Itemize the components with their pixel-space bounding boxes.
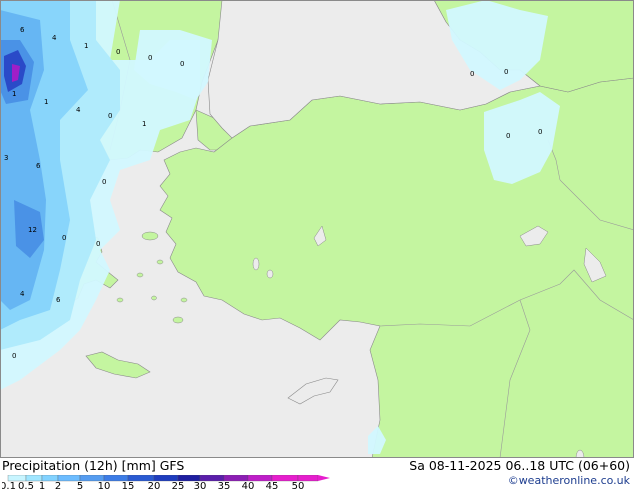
map-label: 0 <box>148 54 152 62</box>
map-label: 0 <box>504 68 508 76</box>
map-label: 1 <box>142 120 146 128</box>
map-label: 0 <box>180 60 184 68</box>
map-canvas: 6 4 1 0 0 0 1 1 4 0 1 3 6 0 12 0 0 4 6 0… <box>0 0 634 467</box>
legend-arrow <box>318 475 330 481</box>
legend-tick-label: 5 <box>77 481 83 490</box>
map-label: 4 <box>76 106 81 114</box>
legend-tick-label: 45 <box>266 481 279 490</box>
map-label: 0 <box>12 352 16 360</box>
map-label: 6 <box>56 296 61 304</box>
map-label: 0 <box>108 112 112 120</box>
map-label: 6 <box>20 26 25 34</box>
map-label: 0 <box>96 240 100 248</box>
map-label: 0 <box>538 128 542 136</box>
precipitation-map: 6 4 1 0 0 0 1 1 4 0 1 3 6 0 12 0 0 4 6 0… <box>0 0 634 467</box>
legend-tick-label: 40 <box>242 481 255 490</box>
map-label: 0 <box>102 178 106 186</box>
map-label: 0 <box>116 48 120 56</box>
legend-tick-label: 50 <box>292 481 305 490</box>
legend-tick-label: 0.5 <box>18 481 34 490</box>
legend-tick-label: 1 <box>39 481 45 490</box>
legend-tick-label: 2 <box>55 481 61 490</box>
map-label: 4 <box>52 34 57 42</box>
legend-tick-label: 30 <box>194 481 207 490</box>
map-label: 3 <box>4 154 8 162</box>
map-title: Precipitation (12h) [mm] GFS <box>2 458 185 473</box>
map-label: 1 <box>44 98 48 106</box>
map-label: 0 <box>62 234 66 242</box>
legend-tick-label: 20 <box>148 481 161 490</box>
precipitation-legend: 0.1 0.5 1 2 5 10 15 20 25 30 35 40 45 50 <box>2 475 330 490</box>
map-label: 1 <box>84 42 88 50</box>
legend-tick-label: 35 <box>218 481 231 490</box>
valid-time: Sa 08-11-2025 06..18 UTC (06+60) <box>409 458 630 473</box>
legend-tick-label: 10 <box>98 481 111 490</box>
map-footer: Precipitation (12h) [mm] GFS Sa 08-11-20… <box>0 458 634 490</box>
map-label: 12 <box>28 226 37 234</box>
map-label: 0 <box>470 70 474 78</box>
credit-link[interactable]: ©weatheronline.co.uk <box>508 474 630 487</box>
map-label: 6 <box>36 162 41 170</box>
legend-tick-label: 0.1 <box>2 481 16 490</box>
map-label: 4 <box>20 290 25 298</box>
map-label: 1 <box>12 90 16 98</box>
legend-tick-label: 15 <box>122 481 135 490</box>
legend-tick-label: 25 <box>172 481 185 490</box>
map-label: 0 <box>506 132 510 140</box>
